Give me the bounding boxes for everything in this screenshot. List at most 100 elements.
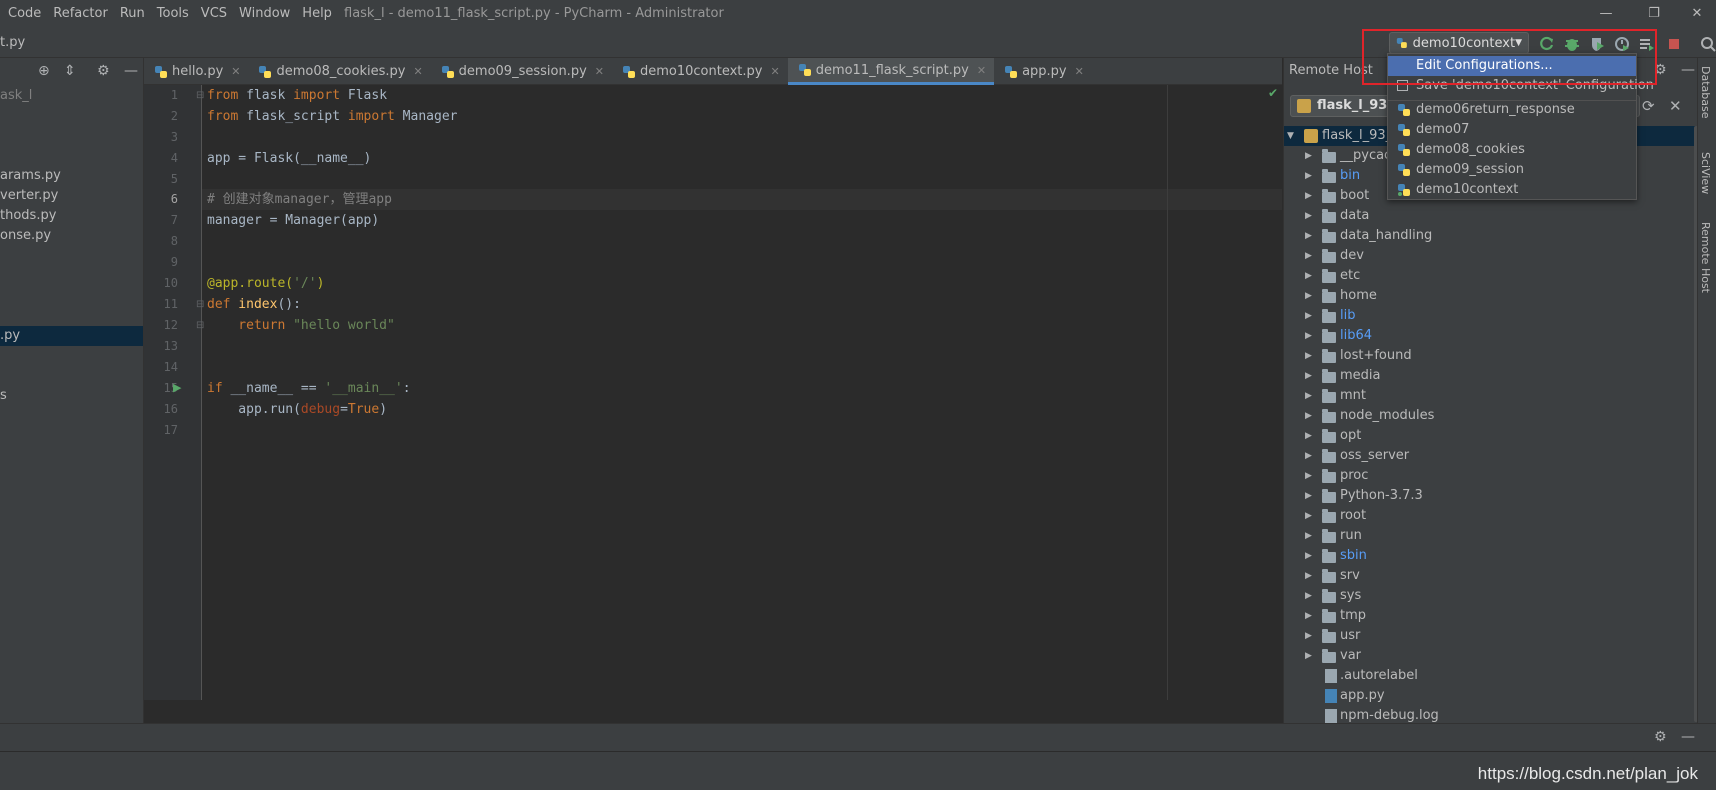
collapsed-arrow-icon[interactable]: ▶ xyxy=(1305,166,1312,186)
tab-hello[interactable]: hello.py ✕ xyxy=(144,58,248,85)
minimize-icon[interactable]: — xyxy=(1586,0,1626,28)
tree-folder-item[interactable]: data_handling xyxy=(1340,226,1432,246)
tree-folder-item[interactable]: bin xyxy=(1340,166,1360,186)
tree-folder-item[interactable]: var xyxy=(1340,646,1361,666)
tree-folder-item[interactable]: dev xyxy=(1340,246,1364,266)
tree-folder-item[interactable]: home xyxy=(1340,286,1377,306)
close-tab-icon[interactable]: ✕ xyxy=(595,65,604,78)
menu-run[interactable]: Run xyxy=(114,0,151,28)
collapsed-arrow-icon[interactable]: ▶ xyxy=(1305,406,1312,426)
tree-file-item[interactable]: .autorelabel xyxy=(1340,666,1418,686)
expanded-arrow-icon[interactable]: ▼ xyxy=(1287,126,1294,146)
tab-app[interactable]: app.py ✕ xyxy=(994,58,1092,85)
tab-demo11-flask-script[interactable]: demo11_flask_script.py ✕ xyxy=(787,58,995,85)
tree-folder-item[interactable]: media xyxy=(1340,366,1381,386)
refresh-icon[interactable]: ⟳ xyxy=(1642,97,1655,115)
breadcrumb-file[interactable]: t.py xyxy=(0,28,25,58)
menu-refactor[interactable]: Refactor xyxy=(47,0,114,28)
collapsed-arrow-icon[interactable]: ▶ xyxy=(1305,446,1312,466)
run-gutter-icon[interactable]: ▶ xyxy=(173,381,181,394)
collapsed-arrow-icon[interactable]: ▶ xyxy=(1305,246,1312,266)
collapsed-arrow-icon[interactable]: ▶ xyxy=(1305,506,1312,526)
tree-folder-item[interactable]: sbin xyxy=(1340,546,1367,566)
collapsed-arrow-icon[interactable]: ▶ xyxy=(1305,426,1312,446)
gear-icon[interactable]: ⚙ xyxy=(97,63,110,79)
close-tab-icon[interactable]: ✕ xyxy=(1075,65,1084,78)
collapsed-arrow-icon[interactable]: ▶ xyxy=(1305,586,1312,606)
tree-folder-item[interactable]: boot xyxy=(1340,186,1369,206)
collapsed-arrow-icon[interactable]: ▶ xyxy=(1305,466,1312,486)
menu-vcs[interactable]: VCS xyxy=(195,0,233,28)
project-file[interactable]: arams.py xyxy=(0,166,143,186)
tree-folder-item[interactable]: data xyxy=(1340,206,1369,226)
collapsed-arrow-icon[interactable]: ▶ xyxy=(1305,146,1312,166)
tree-folder-item[interactable]: mnt xyxy=(1340,386,1366,406)
tree-folder-item[interactable]: lib xyxy=(1340,306,1355,326)
hide-icon[interactable]: — xyxy=(1681,62,1695,78)
project-file[interactable]: onse.py xyxy=(0,226,143,246)
config-item[interactable]: demo08_cookies xyxy=(1388,140,1636,160)
collapsed-arrow-icon[interactable]: ▶ xyxy=(1305,186,1312,206)
tree-folder-item[interactable]: usr xyxy=(1340,626,1360,646)
close-tab-icon[interactable]: ✕ xyxy=(977,64,986,77)
config-item[interactable]: demo06return_response xyxy=(1388,100,1636,120)
project-item[interactable]: s xyxy=(0,386,143,406)
hide-icon[interactable]: — xyxy=(1681,729,1695,745)
tree-folder-item[interactable]: opt xyxy=(1340,426,1361,446)
project-file[interactable]: thods.py xyxy=(0,206,143,226)
collapsed-arrow-icon[interactable]: ▶ xyxy=(1305,646,1312,666)
database-tool-tab[interactable]: Database xyxy=(1699,66,1712,119)
menu-window[interactable]: Window xyxy=(233,0,296,28)
collapsed-arrow-icon[interactable]: ▶ xyxy=(1305,306,1312,326)
remote-host-tool-tab[interactable]: Remote Host xyxy=(1699,222,1712,293)
tree-folder-item[interactable]: root xyxy=(1340,506,1366,526)
tree-file-item[interactable]: app.py xyxy=(1340,686,1385,706)
tree-folder-item[interactable]: tmp xyxy=(1340,606,1366,626)
tree-folder-item[interactable]: oss_server xyxy=(1340,446,1409,466)
tree-folder-item[interactable]: lost+found xyxy=(1340,346,1412,366)
config-item[interactable]: demo09_session xyxy=(1388,160,1636,180)
menu-help[interactable]: Help xyxy=(296,0,338,28)
close-tab-icon[interactable]: ✕ xyxy=(770,65,779,78)
collapsed-arrow-icon[interactable]: ▶ xyxy=(1305,226,1312,246)
tree-folder-item[interactable]: proc xyxy=(1340,466,1368,486)
collapsed-arrow-icon[interactable]: ▶ xyxy=(1305,326,1312,346)
tree-folder-item[interactable]: run xyxy=(1340,526,1362,546)
project-root[interactable]: ask_l xyxy=(0,86,143,106)
tab-demo09-session[interactable]: demo09_session.py ✕ xyxy=(431,58,612,85)
collapsed-arrow-icon[interactable]: ▶ xyxy=(1305,366,1312,386)
locate-icon[interactable]: ⊕ xyxy=(38,63,50,79)
tree-folder-item[interactable]: lib64 xyxy=(1340,326,1372,346)
collapsed-arrow-icon[interactable]: ▶ xyxy=(1305,546,1312,566)
project-file[interactable]: verter.py xyxy=(0,186,143,206)
close-tab-icon[interactable]: ✕ xyxy=(231,65,240,78)
collapsed-arrow-icon[interactable]: ▶ xyxy=(1305,566,1312,586)
close-tab-icon[interactable]: ✕ xyxy=(413,65,422,78)
fold-icon[interactable]: ⊟ xyxy=(196,299,204,310)
collapsed-arrow-icon[interactable]: ▶ xyxy=(1305,346,1312,366)
collapsed-arrow-icon[interactable]: ▶ xyxy=(1305,266,1312,286)
fold-icon[interactable]: ⊟ xyxy=(196,90,204,101)
tree-folder-item[interactable]: etc xyxy=(1340,266,1360,286)
tab-demo08-cookies[interactable]: demo08_cookies.py ✕ xyxy=(248,58,430,85)
tree-folder-item[interactable]: Python-3.7.3 xyxy=(1340,486,1423,506)
close-icon[interactable]: ✕ xyxy=(1669,97,1682,115)
menu-tools[interactable]: Tools xyxy=(151,0,195,28)
collapsed-arrow-icon[interactable]: ▶ xyxy=(1305,526,1312,546)
tree-folder-item[interactable]: srv xyxy=(1340,566,1360,586)
project-file-selected[interactable]: .py xyxy=(0,326,143,346)
fold-icon[interactable]: ⊟ xyxy=(196,320,204,331)
collapsed-arrow-icon[interactable]: ▶ xyxy=(1305,206,1312,226)
close-icon[interactable]: ✕ xyxy=(1677,0,1716,28)
collapsed-arrow-icon[interactable]: ▶ xyxy=(1305,606,1312,626)
collapsed-arrow-icon[interactable]: ▶ xyxy=(1305,626,1312,646)
hide-icon[interactable]: — xyxy=(124,63,138,79)
stop-icon[interactable] xyxy=(1666,36,1682,52)
config-item[interactable]: demo10context xyxy=(1388,180,1636,200)
collapse-all-icon[interactable]: ⇕ xyxy=(64,63,76,79)
gear-icon[interactable]: ⚙ xyxy=(1654,729,1667,745)
collapsed-arrow-icon[interactable]: ▶ xyxy=(1305,386,1312,406)
restore-icon[interactable]: ❐ xyxy=(1634,0,1674,28)
tab-demo10context[interactable]: demo10context.py ✕ xyxy=(612,58,788,85)
config-item[interactable]: demo07 xyxy=(1388,120,1636,140)
